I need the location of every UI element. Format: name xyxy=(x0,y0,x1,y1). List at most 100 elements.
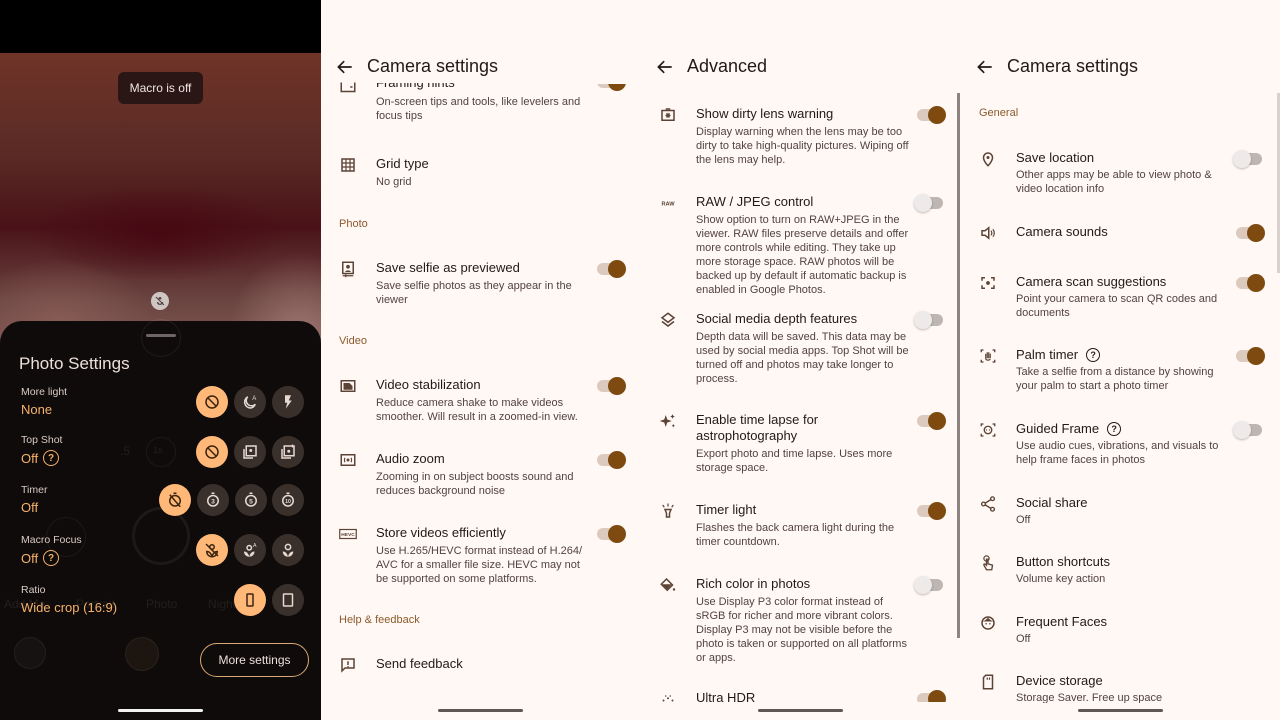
macro-focus-help-icon[interactable]: ? xyxy=(43,550,60,566)
back-arrow-icon[interactable] xyxy=(335,57,355,77)
guided-frame-help-icon[interactable]: ? xyxy=(1107,422,1122,436)
gesture-nav-bar[interactable] xyxy=(438,709,523,712)
raw-icon: RAW xyxy=(659,194,677,212)
audio-zoom-title: Audio zoom xyxy=(376,451,445,466)
store-videos-title: Store videos efficiently xyxy=(376,525,506,540)
top-shot-value-text: Off xyxy=(21,450,39,466)
macro-focus-value-text: Off xyxy=(21,550,39,566)
timer-10-button[interactable]: 10 xyxy=(272,484,304,516)
flash-icon xyxy=(285,395,292,409)
macro-auto-icon: A xyxy=(244,543,257,557)
ratio-wide-button[interactable] xyxy=(234,584,266,616)
store-videos-desc: Use H.265/HEVC format instead of H.264/ … xyxy=(376,545,583,585)
none-icon xyxy=(205,445,219,459)
palm-timer-help-icon[interactable]: ? xyxy=(1086,348,1101,362)
social-share-title: Social share xyxy=(1016,495,1088,510)
video-stabilization-toggle[interactable] xyxy=(597,377,626,395)
social-media-depth-toggle[interactable] xyxy=(914,311,943,329)
back-arrow-icon[interactable] xyxy=(975,57,995,77)
palm-timer-toggle[interactable] xyxy=(1236,347,1265,365)
selfie-icon xyxy=(339,260,357,278)
timer-3-button[interactable]: 3 xyxy=(197,484,229,516)
rich-color-desc: Use Display P3 color format instead of s… xyxy=(696,596,907,664)
astro-time-lapse-toggle[interactable] xyxy=(917,412,946,430)
timer-5-icon: 5 xyxy=(245,492,257,507)
svg-text:A: A xyxy=(252,396,256,402)
timer-light-toggle[interactable] xyxy=(917,502,946,520)
page-title: Advanced xyxy=(687,56,768,76)
ultra-hdr-title: Ultra HDR xyxy=(696,690,756,702)
timer-10-icon: 10 xyxy=(282,492,294,507)
toggle-knob xyxy=(1247,224,1265,242)
macro-toast: Macro is off xyxy=(118,72,203,104)
macro-off-indicator-icon[interactable] xyxy=(151,292,169,310)
save-selfie-toggle[interactable] xyxy=(597,260,626,278)
section-general: General xyxy=(979,107,1019,119)
store-videos-toggle[interactable] xyxy=(597,525,626,543)
sparkle-icon xyxy=(659,412,677,430)
sd-card-icon xyxy=(979,673,997,691)
setting-ratio: Ratio Wide crop (16:9) xyxy=(0,584,321,634)
macro-on-button[interactable] xyxy=(272,534,304,566)
palm-icon xyxy=(979,347,997,365)
rich-color-toggle[interactable] xyxy=(914,576,943,594)
raw-jpeg-toggle[interactable] xyxy=(914,194,943,212)
guided-frame-toggle[interactable] xyxy=(1233,421,1262,439)
location-pin-icon xyxy=(979,150,997,168)
timer-label: Timer xyxy=(21,484,48,496)
timer-3-label: 3 xyxy=(211,498,215,505)
timer-off-button[interactable] xyxy=(159,484,191,516)
gesture-nav-bar[interactable] xyxy=(118,709,203,712)
video-stabilization-title: Video stabilization xyxy=(376,377,481,392)
gesture-nav-bar[interactable] xyxy=(1078,709,1163,712)
astro-time-lapse-desc: Export photo and time lapse. Uses more s… xyxy=(696,448,893,474)
macro-focus-value: Off? xyxy=(21,550,60,566)
hevc-icon: HEVC xyxy=(339,525,357,543)
ultra-hdr-toggle[interactable] xyxy=(917,690,946,702)
timer-5-button[interactable]: 5 xyxy=(235,484,267,516)
top-shot-off-button[interactable] xyxy=(196,436,228,468)
guided-frame-title: Guided Frame? xyxy=(1016,421,1231,437)
grid-type-value: No grid xyxy=(376,176,412,188)
send-feedback-title: Send feedback xyxy=(376,656,463,671)
hevc-icon-label: HEVC xyxy=(341,532,355,538)
camera-scan-desc: Point your camera to scan QR codes and d… xyxy=(1016,293,1218,319)
top-app-bar: Advanced xyxy=(641,50,961,84)
camera-scan-toggle[interactable] xyxy=(1236,274,1265,292)
video-stabilization-desc: Reduce camera shake to make videos smoot… xyxy=(376,397,578,423)
more-light-night-auto-button[interactable]: A xyxy=(234,386,266,418)
social-media-depth-desc: Depth data will be saved. This data may … xyxy=(696,331,909,385)
ratio-full-button[interactable] xyxy=(272,584,304,616)
ratio-value-text: Wide crop (16:9) xyxy=(21,600,118,615)
toggle-knob xyxy=(914,576,932,594)
toggle-knob xyxy=(1233,150,1251,168)
macro-auto-button[interactable]: A xyxy=(234,534,266,566)
audio-zoom-toggle[interactable] xyxy=(597,451,626,469)
more-light-value-text: None xyxy=(21,402,53,417)
more-light-flash-button[interactable] xyxy=(272,386,304,418)
timer-value: Off xyxy=(21,500,38,515)
top-shot-help-icon[interactable]: ? xyxy=(43,450,60,466)
raw-jpeg-desc: Show option to turn on RAW+JPEG in the v… xyxy=(696,214,909,296)
setting-device-storage[interactable]: Device storage Storage Saver. Free up sp… xyxy=(961,673,1280,703)
timer-3-icon: 3 xyxy=(207,492,219,507)
more-settings-button[interactable]: More settings xyxy=(200,643,309,677)
ultra-hdr-icon xyxy=(659,690,677,702)
dirty-lens-toggle[interactable] xyxy=(917,106,946,124)
top-shot-on-button[interactable] xyxy=(272,436,304,468)
svg-text:A: A xyxy=(253,543,257,549)
more-light-none-button[interactable] xyxy=(196,386,228,418)
setting-ultra-hdr[interactable]: Ultra HDR xyxy=(641,690,961,702)
page-title: Camera settings xyxy=(367,56,499,76)
scrollbar[interactable] xyxy=(957,93,960,638)
more-light-label: More light xyxy=(21,386,68,398)
top-shot-auto-button[interactable] xyxy=(234,436,266,468)
sheet-drag-handle[interactable] xyxy=(146,334,176,337)
macro-off-button[interactable] xyxy=(196,534,228,566)
gesture-nav-bar[interactable] xyxy=(758,709,843,712)
save-location-toggle[interactable] xyxy=(1233,150,1262,168)
back-arrow-icon[interactable] xyxy=(655,57,675,77)
device-storage-value: Storage Saver. Free up space xyxy=(1016,692,1163,703)
toggle-knob xyxy=(914,194,932,212)
camera-sounds-toggle[interactable] xyxy=(1236,224,1265,242)
